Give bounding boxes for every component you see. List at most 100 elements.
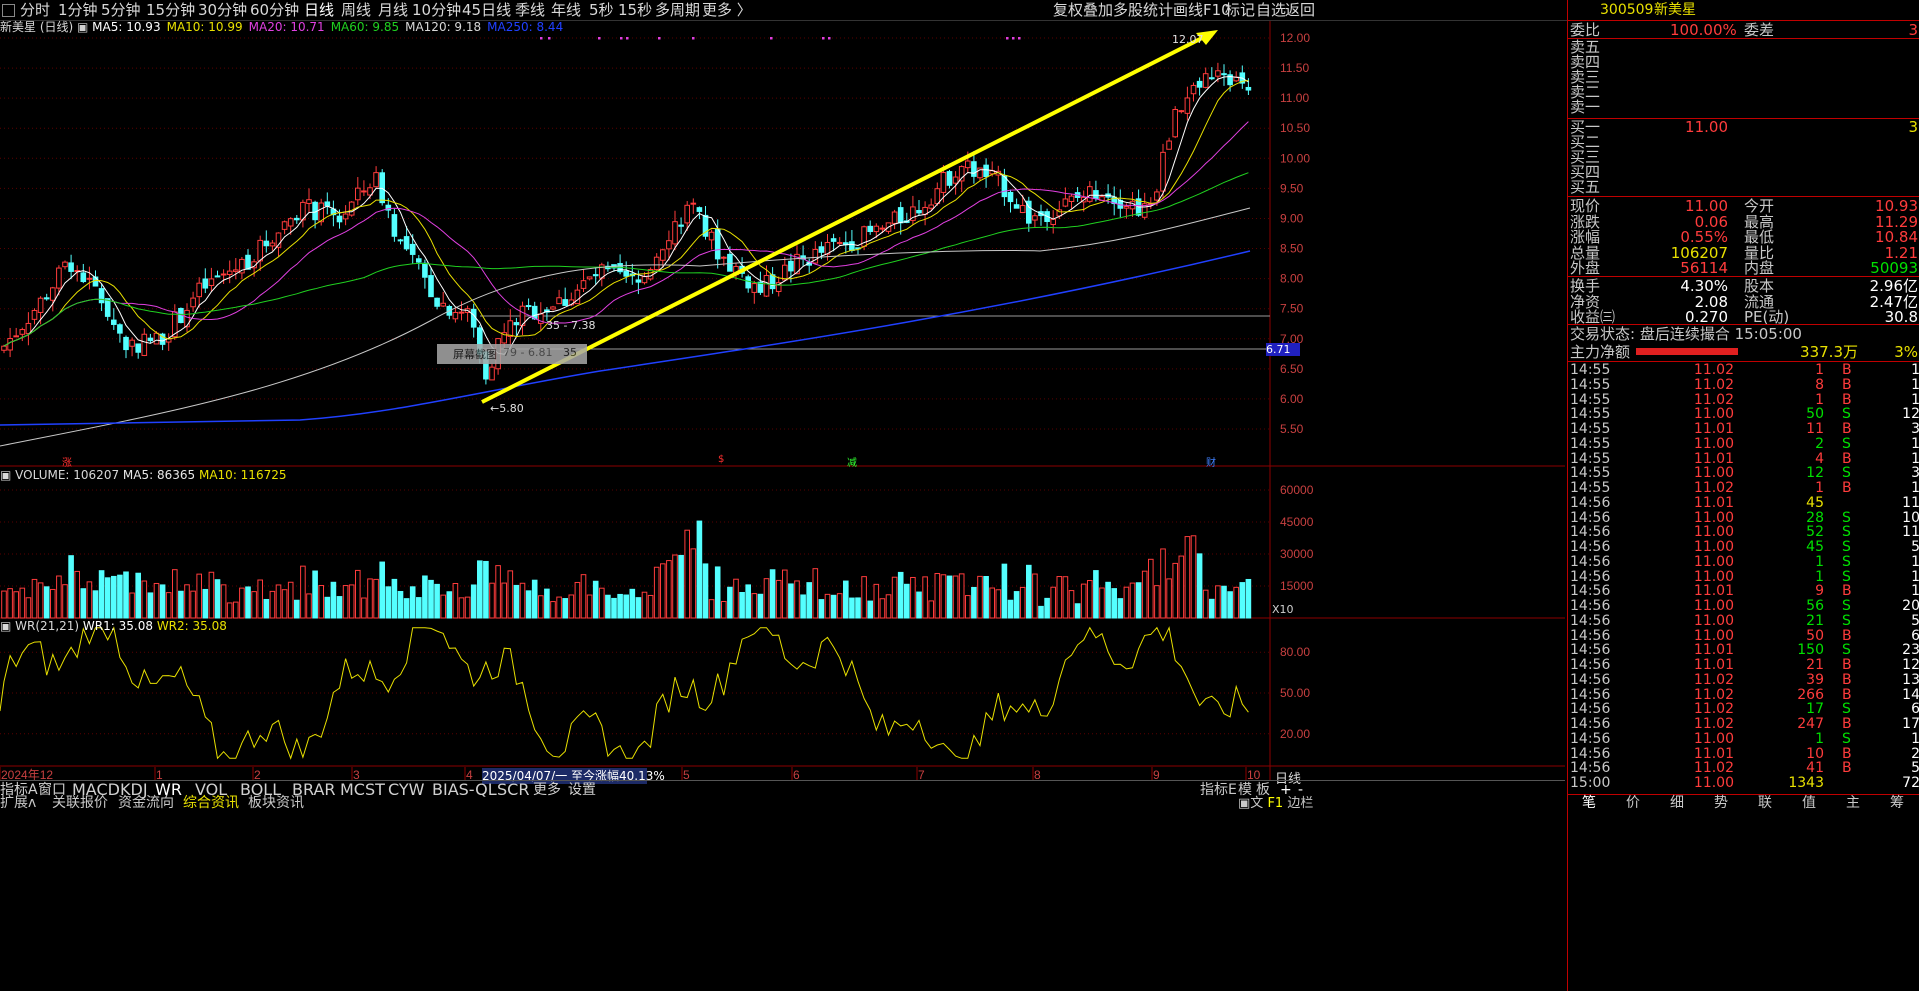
candle-body [818, 246, 825, 253]
panel-tab-6[interactable]: 主 [1846, 795, 1860, 813]
period-tab-14[interactable]: 15秒 [618, 0, 652, 20]
candle-body [696, 207, 703, 212]
period-tab-15[interactable]: 多周期 [655, 0, 700, 20]
sell-label: 卖一 [1570, 98, 1601, 116]
high-label: 12.07 [1172, 33, 1204, 46]
volume-bar [1135, 582, 1142, 619]
volume-bar [592, 580, 599, 619]
volume-bar [647, 594, 654, 619]
bottom-tab-1[interactable]: 关联报价 [52, 796, 108, 814]
toolbar-item-1[interactable]: 叠加 [1083, 0, 1113, 20]
sidebar-toggle[interactable]: 边栏 [1287, 796, 1313, 811]
volume-bar [922, 576, 928, 619]
toolbar-item-7[interactable]: 自选 [1256, 0, 1286, 20]
volume-bar [544, 588, 550, 619]
candle-body [220, 273, 227, 276]
chart-canvas[interactable]: 12.00 11.50 11.00 10.50 10.00 9.50 9.00 8.50 8.0… [0, 21, 1565, 971]
panel-tab-7[interactable]: 筹 [1890, 795, 1904, 813]
f1-button[interactable]: F1 [1267, 796, 1283, 811]
candle-body [196, 282, 202, 298]
stock-code: 300509 [1600, 2, 1654, 18]
bottom-tab-2[interactable]: 资金流向 [118, 796, 174, 814]
screenshot-button[interactable]: 屏幕截图 79 - 6.81 35 [437, 344, 587, 364]
candle-body [434, 297, 440, 307]
candle-body [336, 215, 343, 223]
candle-body [714, 228, 721, 260]
volume-bar [507, 570, 514, 619]
toolbar-item-2[interactable]: 多股 [1113, 0, 1143, 20]
candle-body [1123, 205, 1130, 209]
volume-bar [1148, 558, 1154, 619]
volume-bar [233, 601, 239, 619]
toolbar-item-4[interactable]: 画线 [1173, 0, 1203, 20]
candle-body [56, 267, 62, 289]
volume-bar [37, 582, 44, 619]
candle-body [269, 242, 276, 247]
main-net-bar [1636, 348, 1738, 355]
price-tick-label: 11.50 [1280, 61, 1309, 75]
panel-tab-0[interactable]: 笔 [1582, 795, 1596, 813]
panel-tab-3[interactable]: 势 [1714, 795, 1728, 813]
volume-bar [184, 584, 190, 619]
volume-bar [794, 580, 800, 619]
toolbar-item-0[interactable]: 复权 [1053, 0, 1083, 20]
volume-bar [629, 588, 636, 619]
volume-bar [641, 591, 648, 619]
candle-body [342, 213, 349, 220]
volume-bar [782, 569, 788, 619]
candle-body [1154, 191, 1160, 201]
chart-area[interactable]: 12.00 11.50 11.00 10.50 10.00 9.50 9.00 8.50 8.0… [0, 20, 1565, 971]
candle-body [233, 269, 239, 272]
bottom-tab-0[interactable]: 扩展ʌ [0, 796, 36, 814]
candle-body [318, 202, 324, 223]
period-tab-13[interactable]: 5秒 [589, 0, 614, 20]
volume-bar [452, 583, 459, 619]
toolbar-item-3[interactable]: 统计 [1143, 0, 1173, 20]
marker-reduce[interactable]: 减 [847, 454, 857, 469]
candle-body [202, 278, 209, 289]
candle-body [111, 319, 117, 325]
volume-bar [1093, 570, 1099, 619]
wr-tick-label: 50.00 [1280, 686, 1310, 700]
candle-body [1178, 110, 1185, 113]
marker-finance[interactable]: 财 [1206, 454, 1216, 469]
panel-tab-1[interactable]: 价 [1626, 795, 1640, 813]
signal-dot [620, 37, 623, 40]
menu-square-icon[interactable] [2, 4, 15, 17]
panel-tab-5[interactable]: 值 [1802, 795, 1816, 813]
volume-bar [861, 576, 867, 619]
toolbar-item-6[interactable]: 标记 [1225, 0, 1255, 20]
marker-up[interactable]: 涨 [62, 454, 72, 469]
candle-body [623, 270, 630, 277]
panel-tab-4[interactable]: 联 [1758, 795, 1772, 813]
candle-body [1196, 80, 1203, 88]
volume-bar [74, 570, 81, 619]
volume-bar [538, 595, 544, 619]
panel-tab-2[interactable]: 细 [1670, 795, 1684, 813]
price-tick-label: 10.00 [1280, 151, 1310, 165]
volume-bar [867, 600, 874, 619]
candle-body [782, 264, 788, 281]
bottom-tab-4[interactable]: 板块资讯 [248, 796, 304, 814]
period-tab-16[interactable]: 更多 〉 [702, 0, 752, 20]
volume-bar [1099, 587, 1105, 619]
volume-bar [952, 575, 959, 619]
marker-dollar[interactable]: $ [718, 454, 724, 465]
volume-bar [788, 583, 794, 619]
candle-body [98, 288, 105, 304]
trade-status: 交易状态: 盘后连续撮合 15:05:00 [1568, 325, 1919, 343]
stock-name: 新美星 [1654, 2, 1696, 18]
bottom-tab-3[interactable]: 综合资讯 [183, 796, 239, 814]
toolbar-item-8[interactable]: 返回 [1285, 0, 1315, 20]
candle-body [556, 297, 562, 305]
candle-body [153, 332, 160, 345]
volume-bar [1062, 576, 1069, 619]
quote-value-1: 56114 [1680, 259, 1728, 277]
indicator-e-button[interactable]: 指标E [1200, 781, 1237, 799]
volume-tick-label: 15000 [1280, 579, 1314, 593]
candle-body [135, 343, 141, 353]
text-icon[interactable]: ▣文 [1238, 796, 1263, 811]
weibi-row: 委比 100.00% 委差 3 [1568, 21, 1919, 39]
low-label: ←5.80 [490, 402, 524, 415]
volume-bar [1172, 562, 1179, 619]
